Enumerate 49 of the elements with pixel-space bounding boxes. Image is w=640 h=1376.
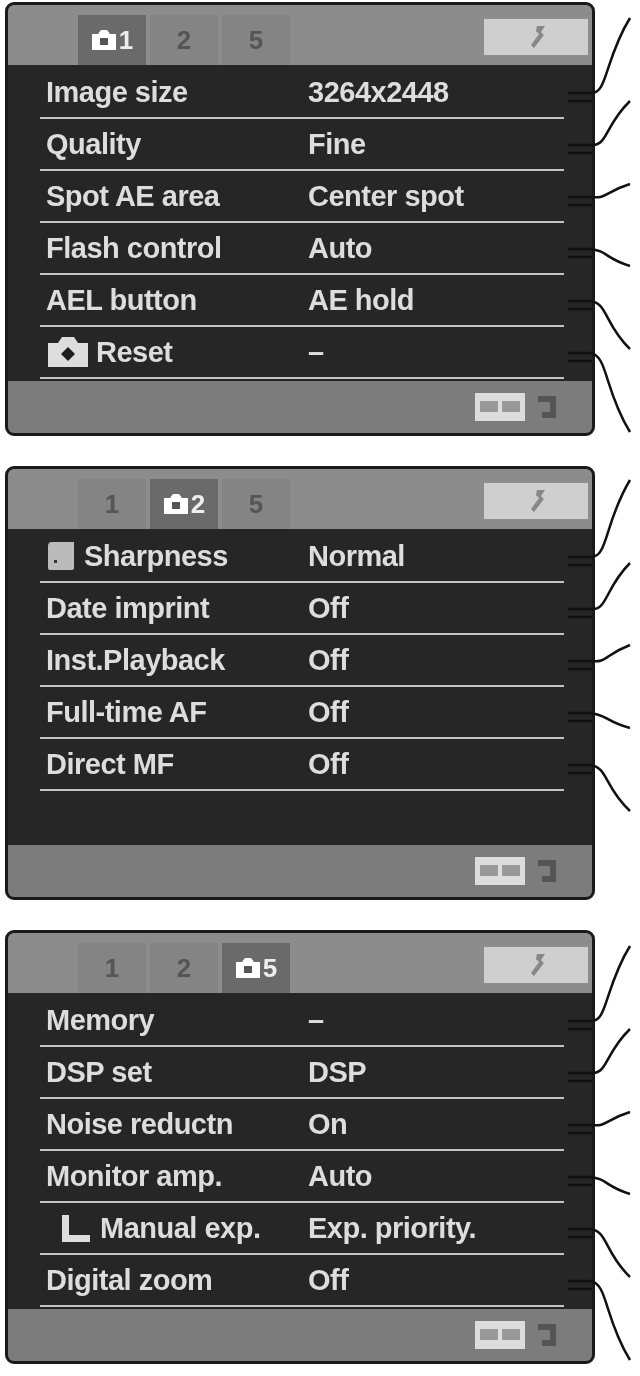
menu-value: Center spot [308, 179, 465, 213]
setup-tab[interactable] [484, 19, 588, 55]
menu-value: Auto [308, 231, 374, 265]
menu-label[interactable]: Direct MF [46, 747, 174, 781]
menu-key-icon [474, 1320, 526, 1350]
setup-tab[interactable] [484, 483, 588, 519]
corner-icon [60, 1213, 92, 1243]
menu-value: DSP [308, 1055, 368, 1089]
menu-tab[interactable]: 2 [150, 479, 218, 529]
menu-value: On [308, 1107, 349, 1141]
menu-label[interactable]: DSP set [46, 1055, 152, 1089]
menu-label[interactable]: AEL button [46, 283, 197, 317]
menu-label[interactable]: Sharpness [84, 539, 228, 573]
menu-value: 3264x2448 [308, 75, 450, 109]
menu-value: Normal [308, 539, 406, 573]
menu-key-icon [474, 392, 526, 422]
menu-label[interactable]: Full-time AF [46, 695, 207, 729]
menu-label[interactable]: Spot AE area [46, 179, 220, 213]
menu-label[interactable]: Inst.Playback [46, 643, 225, 677]
menu-value: Off [308, 591, 350, 625]
menu-label[interactable]: Reset [96, 335, 173, 369]
menu-label[interactable]: Image size [46, 75, 188, 109]
menu-value: Off [308, 1263, 350, 1297]
menu-tab[interactable]: 1 [78, 15, 146, 65]
menu-label[interactable]: Date imprint [46, 591, 210, 625]
menu-label[interactable]: Digital zoom [46, 1263, 213, 1297]
camera-icon [162, 493, 189, 515]
menu-label[interactable]: Memory [46, 1003, 155, 1037]
camera-icon [234, 957, 261, 979]
camera-icon [90, 29, 117, 51]
menu-value: – [308, 1003, 325, 1037]
menu-label[interactable]: Flash control [46, 231, 222, 265]
camera-icon [46, 335, 90, 369]
menu-label[interactable]: Quality [46, 127, 141, 161]
menu-value: AE hold [308, 283, 416, 317]
menu-value: Off [308, 643, 350, 677]
square-icon [46, 540, 76, 572]
menu-key-icon [474, 856, 526, 886]
menu-label[interactable]: Monitor amp. [46, 1159, 223, 1193]
menu-value: Off [308, 747, 350, 781]
menu-value: Auto [308, 1159, 374, 1193]
menu-tab[interactable]: 5 [222, 943, 290, 993]
menu-label[interactable]: Manual exp. [100, 1211, 261, 1245]
menu-value: – [308, 335, 325, 369]
setup-tab[interactable] [484, 947, 588, 983]
menu-value: Off [308, 695, 350, 729]
menu-label[interactable]: Noise reductn [46, 1107, 233, 1141]
menu-value: Fine [308, 127, 367, 161]
menu-value: Exp. priority. [308, 1211, 478, 1245]
